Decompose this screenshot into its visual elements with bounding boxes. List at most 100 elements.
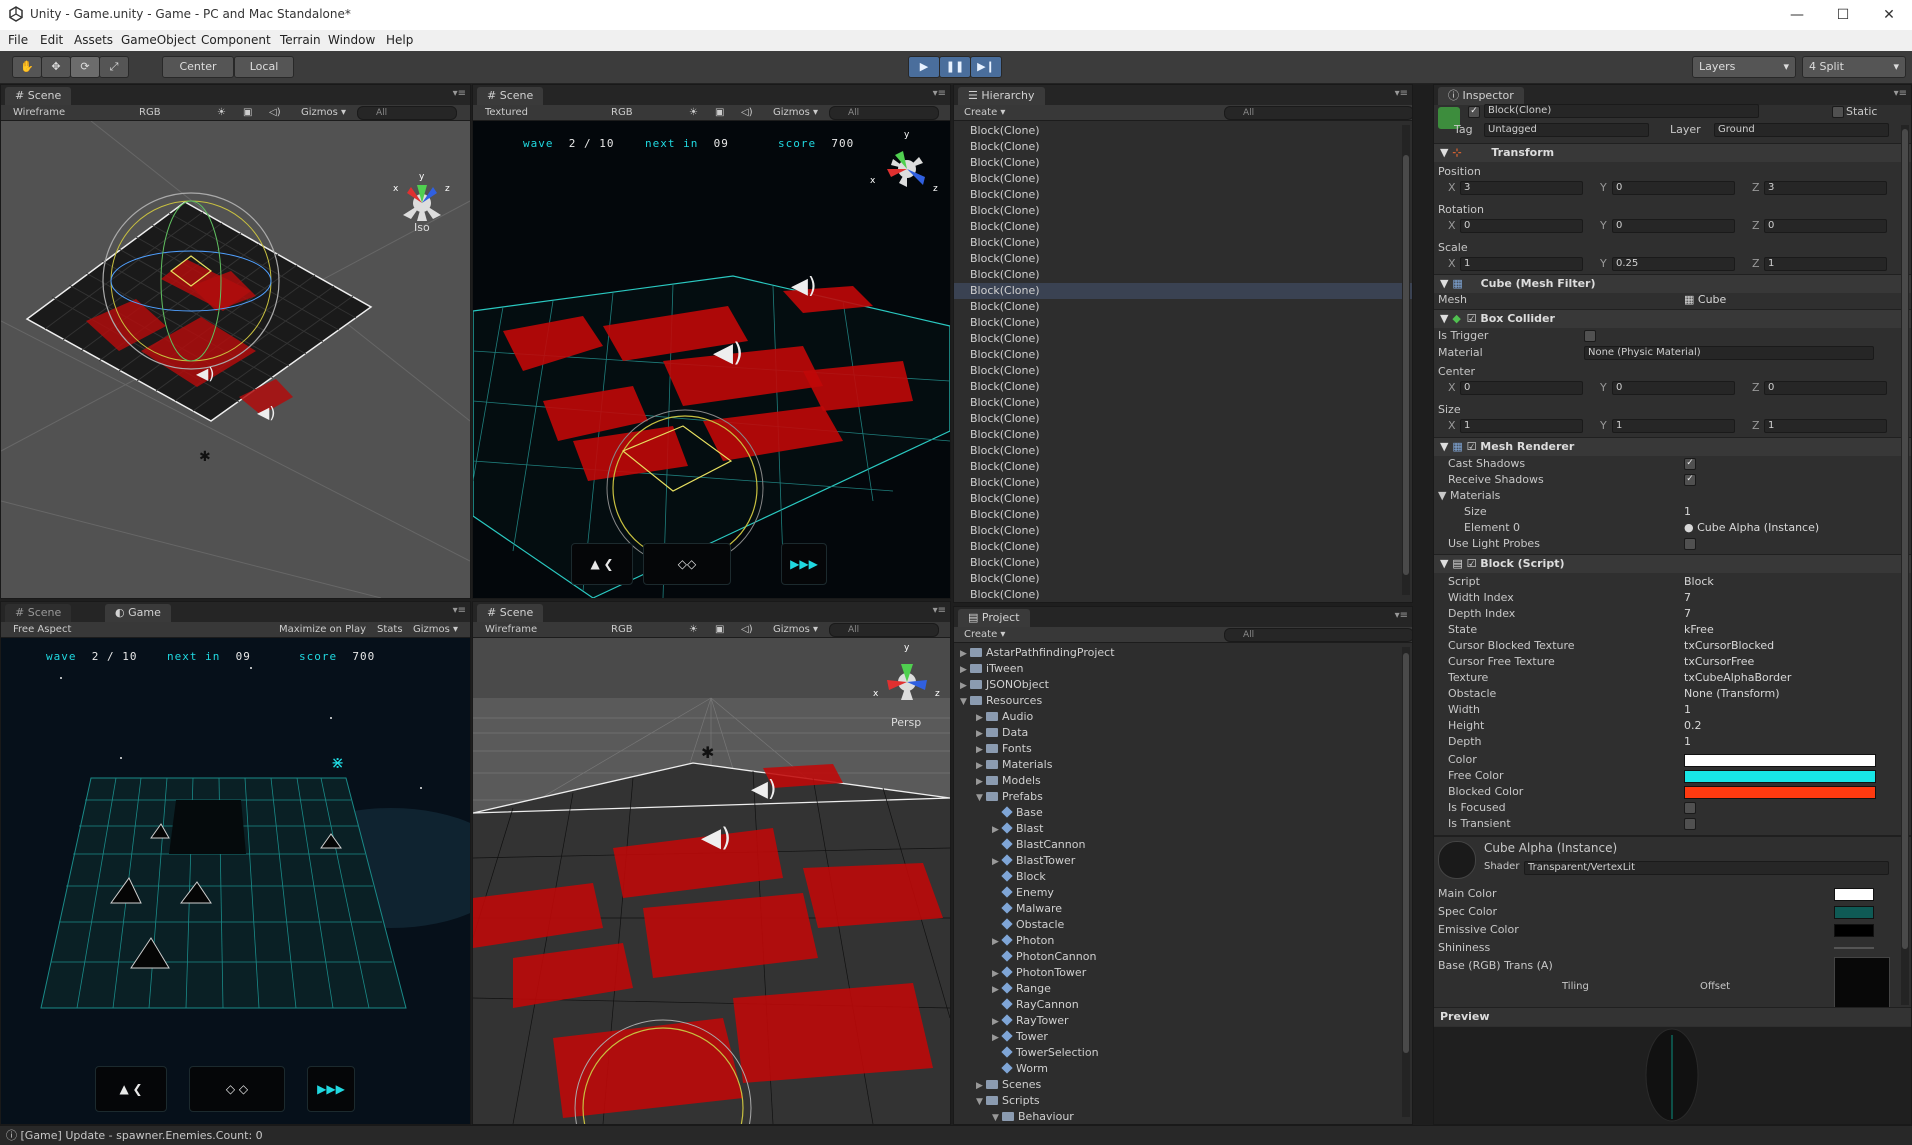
light-probes-checkbox[interactable] bbox=[1684, 538, 1696, 550]
foldout-arrow-icon[interactable]: ▶ bbox=[960, 678, 970, 694]
hierarchy-item[interactable]: Block(Clone) bbox=[954, 347, 1412, 363]
foldout-arrow-icon[interactable]: ▶ bbox=[992, 822, 1002, 838]
tab-scene[interactable]: # Scene bbox=[477, 87, 544, 105]
panel-menu-icon[interactable]: ▾≡ bbox=[1894, 88, 1907, 99]
project-item[interactable]: ▶ Blast bbox=[954, 821, 1412, 837]
play-button[interactable]: ▶ bbox=[908, 56, 940, 78]
gizmos-dropdown[interactable]: Gizmos ▾ bbox=[773, 106, 818, 119]
game-viewport[interactable]: ⋇ wave 2 / 10 next in 09 score 700 ▲ ❮ ◇… bbox=[1, 638, 470, 1124]
maximize-on-play-toggle[interactable]: Maximize on Play bbox=[279, 623, 366, 636]
base-texture-slot[interactable] bbox=[1834, 957, 1890, 1009]
foldout-arrow-icon[interactable]: ▶ bbox=[976, 710, 986, 726]
hierarchy-scrollbar[interactable] bbox=[1402, 125, 1410, 595]
lighting-toggle-icon[interactable]: ☀ bbox=[689, 623, 698, 636]
hierarchy-item[interactable]: Block(Clone) bbox=[954, 139, 1412, 155]
mesh-renderer-header[interactable]: ▼ ▦ ☑ Mesh Renderer bbox=[1434, 437, 1911, 456]
project-item[interactable]: ▼ Resources bbox=[954, 693, 1412, 709]
script-field-value[interactable]: 7 bbox=[1684, 607, 1691, 620]
fx-toggle-icon[interactable]: ▣ bbox=[715, 623, 724, 636]
hierarchy-item[interactable]: Block(Clone) bbox=[954, 475, 1412, 491]
foldout-arrow-icon[interactable]: ▶ bbox=[992, 1030, 1002, 1046]
project-item[interactable]: Worm bbox=[954, 1061, 1412, 1077]
blocked-color-swatch[interactable] bbox=[1684, 786, 1876, 799]
shininess-slider[interactable] bbox=[1834, 947, 1874, 949]
hud-up-button[interactable]: ▲ ❮ bbox=[571, 543, 633, 585]
center-y-field[interactable]: 0 bbox=[1612, 381, 1735, 395]
aspect-dropdown[interactable]: Free Aspect bbox=[13, 623, 133, 636]
project-item[interactable]: Block bbox=[954, 869, 1412, 885]
hand-tool-button[interactable]: ✋ bbox=[12, 56, 42, 78]
hud-fast-forward-button[interactable]: ▶▶▶ bbox=[307, 1066, 355, 1112]
lighting-toggle-icon[interactable]: ☀ bbox=[217, 106, 226, 119]
project-item[interactable]: ▶ Tower bbox=[954, 1029, 1412, 1045]
audio-toggle-icon[interactable]: ◁) bbox=[741, 106, 753, 119]
space-local-toggle[interactable]: Local bbox=[234, 56, 294, 78]
preview-header[interactable]: Preview bbox=[1434, 1007, 1911, 1026]
hierarchy-item[interactable]: Block(Clone) bbox=[954, 171, 1412, 187]
rotate-tool-button[interactable]: ⟳ bbox=[70, 56, 100, 78]
project-item[interactable]: ▶ Range bbox=[954, 981, 1412, 997]
tag-dropdown[interactable]: Untagged bbox=[1484, 123, 1649, 137]
preview-area[interactable] bbox=[1434, 1027, 1911, 1124]
cast-shadows-checkbox[interactable]: ✓ bbox=[1684, 458, 1696, 470]
panel-menu-icon[interactable]: ▾≡ bbox=[453, 88, 466, 99]
project-item[interactable]: ▶ iTween bbox=[954, 661, 1412, 677]
stats-toggle[interactable]: Stats bbox=[377, 623, 403, 636]
hierarchy-item[interactable]: Block(Clone) bbox=[954, 571, 1412, 587]
main-color-swatch[interactable] bbox=[1834, 888, 1874, 901]
tab-scene[interactable]: # Scene bbox=[477, 604, 544, 622]
position-z-field[interactable]: 3 bbox=[1764, 181, 1887, 195]
pause-button[interactable]: ❚❚ bbox=[939, 56, 971, 78]
element0-value[interactable]: ● Cube Alpha (Instance) bbox=[1684, 521, 1819, 534]
hierarchy-item[interactable]: Block(Clone) bbox=[954, 235, 1412, 251]
hierarchy-item[interactable]: Block(Clone) bbox=[954, 411, 1412, 427]
project-item[interactable]: Enemy bbox=[954, 885, 1412, 901]
script-field-value[interactable]: None (Transform) bbox=[1684, 687, 1780, 700]
mesh-value[interactable]: ▦ Cube bbox=[1684, 293, 1726, 306]
script-field-value[interactable]: 0.2 bbox=[1684, 719, 1702, 732]
tab-scene[interactable]: # Scene bbox=[5, 604, 72, 622]
menu-assets[interactable]: Assets bbox=[74, 33, 113, 47]
status-bar[interactable]: ⓘ [Game] Update - spawner.Enemies.Count:… bbox=[0, 1125, 1912, 1145]
box-collider-header[interactable]: ▼ ◆ ☑ Box Collider bbox=[1434, 309, 1911, 328]
position-y-field[interactable]: 0 bbox=[1612, 181, 1735, 195]
move-tool-button[interactable]: ✥ bbox=[41, 56, 71, 78]
script-field-value[interactable]: Block bbox=[1684, 575, 1714, 588]
render-mode-dropdown[interactable]: RGB bbox=[139, 106, 161, 119]
physic-material-field[interactable]: None (Physic Material) bbox=[1584, 346, 1874, 360]
size-x-field[interactable]: 1 bbox=[1460, 419, 1583, 433]
menu-help[interactable]: Help bbox=[386, 33, 413, 47]
gizmos-toggle[interactable]: Gizmos ▾ bbox=[413, 623, 458, 636]
mesh-filter-header[interactable]: ▼ ▦ Cube (Mesh Filter) bbox=[1434, 274, 1911, 293]
scene-iso-viewport[interactable]: ✱ ◀) ◀) x y z Iso bbox=[1, 121, 470, 598]
pivot-center-toggle[interactable]: Center bbox=[162, 56, 234, 78]
projection-label[interactable]: Persp bbox=[891, 716, 921, 729]
scroll-thumb[interactable] bbox=[1403, 653, 1409, 1053]
inspector-scrollbar[interactable] bbox=[1901, 125, 1909, 1005]
layout-dropdown[interactable]: 4 Split ▾ bbox=[1802, 56, 1906, 78]
foldout-arrow-icon[interactable]: ▶ bbox=[976, 726, 986, 742]
rotation-y-field[interactable]: 0 bbox=[1612, 219, 1735, 233]
fx-toggle-icon[interactable]: ▣ bbox=[243, 106, 252, 119]
tab-project[interactable]: ▤ Project bbox=[958, 609, 1030, 627]
project-item[interactable]: RayCannon bbox=[954, 997, 1412, 1013]
menu-gameobject[interactable]: GameObject bbox=[121, 33, 196, 47]
project-scrollbar[interactable] bbox=[1402, 647, 1410, 1117]
hud-tower-selector[interactable]: ◇ ◇ bbox=[189, 1066, 285, 1112]
menu-window[interactable]: Window bbox=[328, 33, 375, 47]
script-field-value[interactable]: txCursorFree bbox=[1684, 655, 1754, 668]
project-item[interactable]: ▶ Models bbox=[954, 773, 1412, 789]
center-z-field[interactable]: 0 bbox=[1764, 381, 1887, 395]
is-transient-checkbox[interactable] bbox=[1684, 818, 1696, 830]
free-color-swatch[interactable] bbox=[1684, 770, 1876, 783]
transform-header[interactable]: ▼ ⊹ Transform bbox=[1434, 143, 1911, 162]
hierarchy-item[interactable]: Block(Clone) bbox=[954, 555, 1412, 571]
script-field-value[interactable]: txCursorBlocked bbox=[1684, 639, 1774, 652]
hierarchy-item[interactable]: Block(Clone) bbox=[954, 587, 1412, 602]
render-mode-dropdown[interactable]: RGB bbox=[611, 106, 633, 119]
search-input[interactable]: All bbox=[1224, 628, 1412, 642]
foldout-arrow-icon[interactable]: ▶ bbox=[976, 1078, 986, 1094]
project-item[interactable]: ▶ AstarPathfindingProject bbox=[954, 645, 1412, 661]
foldout-arrow-icon[interactable]: ▶ bbox=[992, 982, 1002, 998]
foldout-arrow-icon[interactable]: ▶ bbox=[976, 742, 986, 758]
